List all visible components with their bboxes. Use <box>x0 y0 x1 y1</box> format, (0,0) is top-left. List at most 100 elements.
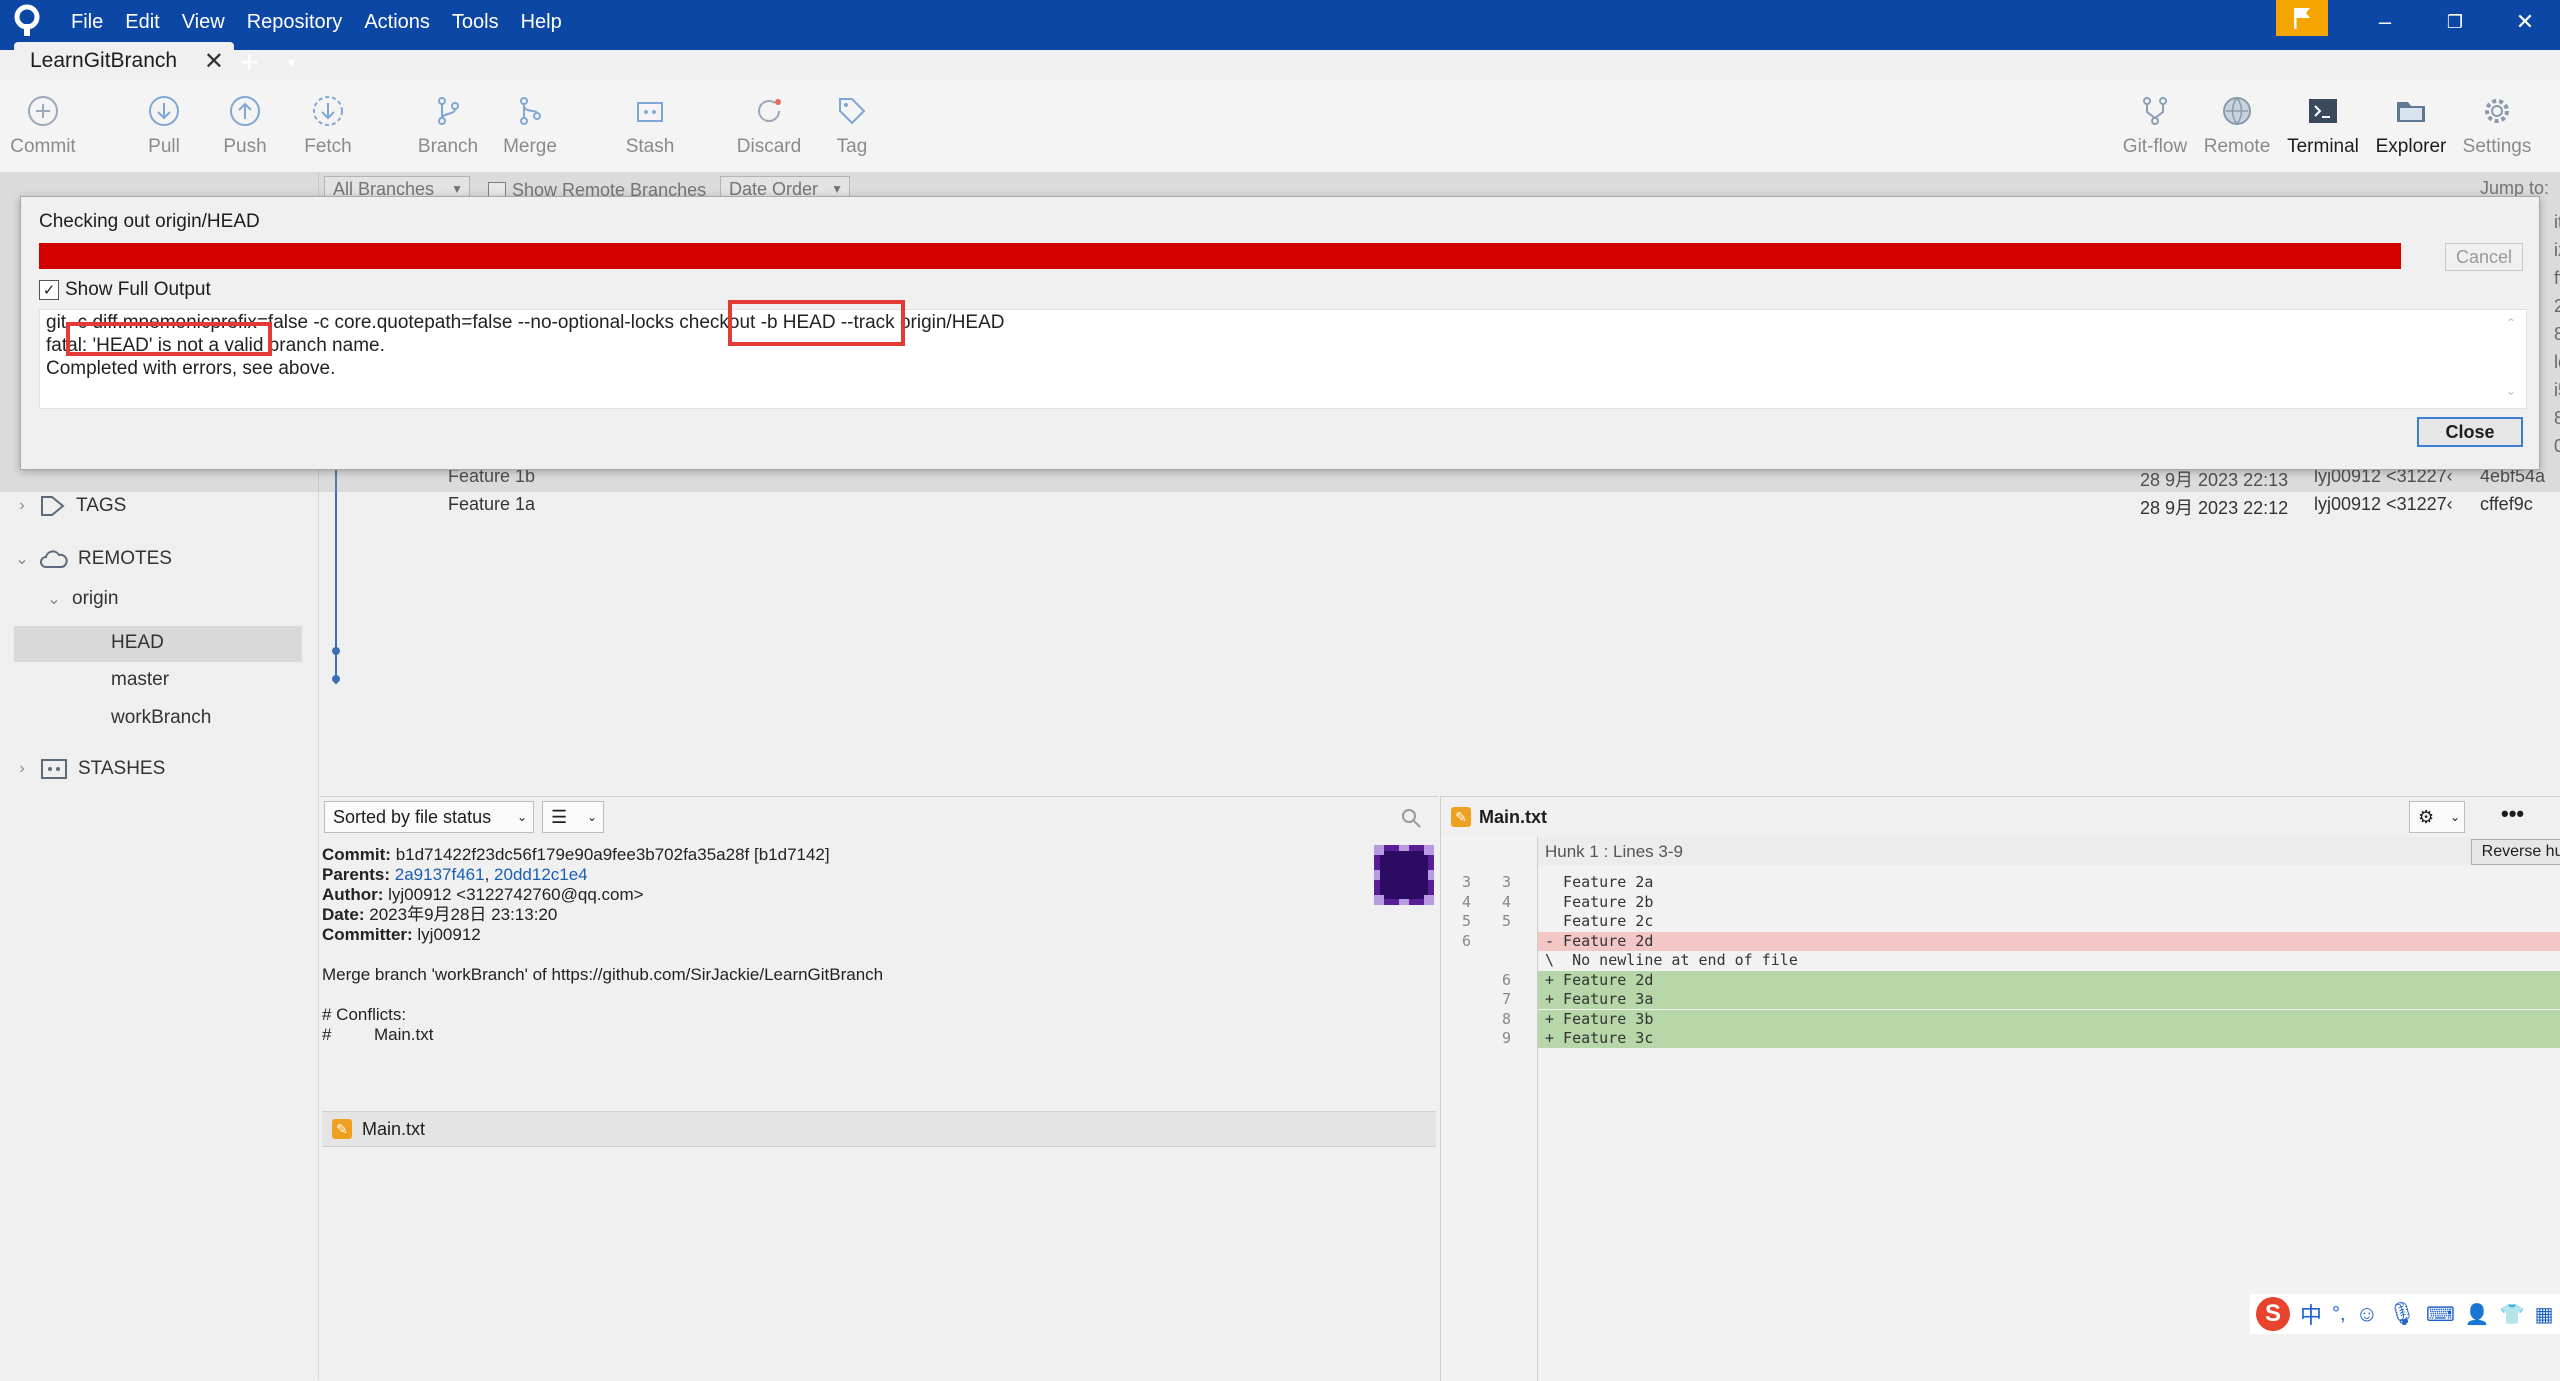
diff-line-background <box>1538 893 2560 912</box>
hunk-label: Hunk 1 : Lines 3-9 <box>1545 842 1683 861</box>
fetch-button[interactable]: Fetch <box>283 94 373 158</box>
menu-actions[interactable]: Actions <box>353 0 441 44</box>
diff-line-background <box>1538 1029 2560 1048</box>
terminal-button[interactable]: Terminal <box>2278 94 2368 158</box>
discard-button[interactable]: Discard <box>724 94 814 158</box>
tab-close-icon[interactable]: ✕ <box>204 47 224 76</box>
diff-line-ctx[interactable]: 4 4 Feature 2b <box>1441 893 2559 912</box>
parent-link[interactable]: 20dd12c1e4 <box>494 865 588 884</box>
sourcetree-logo-icon <box>14 4 40 36</box>
branch-button[interactable]: Branch <box>403 94 493 158</box>
diff-line-add[interactable]: 6 + Feature 2d <box>1441 970 2560 990</box>
tag-button[interactable]: Tag <box>807 94 897 158</box>
diff-line-add[interactable]: 7 + Feature 3a <box>1441 990 2560 1009</box>
menu-edit[interactable]: Edit <box>114 0 170 44</box>
view-mode-dropdown[interactable]: ☰ ⌄ <box>542 801 604 833</box>
diff-line-ctx[interactable]: 3 3 Feature 2a <box>1441 873 2559 892</box>
commit-message: Feature 1a <box>448 494 536 514</box>
arrow-down-circle-icon <box>149 96 179 126</box>
diff-line-text: + Feature 3b <box>1545 1009 1654 1028</box>
restore-button[interactable]: ❐ <box>2420 0 2490 44</box>
notification-flag-button[interactable] <box>2276 0 2328 36</box>
cancel-button[interactable]: Cancel <box>2445 243 2523 271</box>
chevron-down-icon: ⌄ <box>586 810 597 824</box>
diff-line-text: - Feature 2d <box>1545 931 1654 950</box>
menu-file[interactable]: File <box>60 0 114 44</box>
gitflow-label: Git-flow <box>2122 136 2188 157</box>
diff-line-ctx[interactable]: 5 5 Feature 2c <box>1441 912 2559 931</box>
highlight-box-checkout <box>728 300 905 346</box>
sidebar-item-workbranch[interactable]: workBranch <box>111 707 211 729</box>
emoji-icon[interactable]: ☺ <box>2356 1301 2378 1327</box>
diff-line-text: + Feature 3c <box>1545 1029 1654 1047</box>
commit-date: 28 9月 2023 22:12 <box>2140 498 2289 518</box>
more-options-icon[interactable]: ••• <box>2501 801 2524 827</box>
sort-dropdown[interactable]: Sorted by file status ⌄ <box>324 801 534 833</box>
push-button[interactable]: Push <box>200 94 290 158</box>
close-button[interactable]: Close <box>2417 417 2523 447</box>
stash-button[interactable]: Stash <box>605 94 695 158</box>
microphone-icon[interactable]: 🎙 <box>2388 1301 2416 1327</box>
stash-label: Stash <box>625 136 675 157</box>
close-window-button[interactable]: ✕ <box>2490 0 2560 44</box>
gitflow-button[interactable]: Git-flow <box>2110 94 2200 158</box>
commit-label: Commit: <box>322 845 391 864</box>
sidebar-remotes[interactable]: ⌄ REMOTES <box>14 548 172 570</box>
commit-author: lyj00912 <31227‹ <box>2314 494 2453 514</box>
ime-language[interactable]: 中 <box>2300 1298 2322 1330</box>
date-line: Date: 2023年9月28日 23:13:20 <box>322 905 1432 925</box>
checkout-progress-dialog: Checking out origin/HEAD Cancel ✓ Show F… <box>20 196 2540 470</box>
committer-label: Committer: <box>322 925 413 944</box>
gear-icon: ⚙ <box>2418 806 2435 827</box>
menu-repository[interactable]: Repository <box>236 0 354 44</box>
diff-options-dropdown[interactable]: ⚙ ⌄ <box>2409 801 2465 833</box>
search-icon[interactable] <box>1400 807 1422 829</box>
sidebar-remote-origin[interactable]: ⌄ origin <box>46 588 118 610</box>
skin-icon[interactable]: 👕 <box>2500 1302 2525 1327</box>
keyboard-icon[interactable]: ⌨ <box>2426 1302 2455 1327</box>
show-full-output-checkbox[interactable]: ✓ Show Full Output <box>39 279 211 301</box>
menu-help[interactable]: Help <box>510 0 573 44</box>
pull-button[interactable]: Pull <box>119 94 209 158</box>
merge-button[interactable]: Merge <box>485 94 575 158</box>
scroll-down-icon[interactable]: ⌄ <box>2506 384 2516 398</box>
apps-grid-icon[interactable]: ▦ <box>2535 1302 2554 1327</box>
menu-tools[interactable]: Tools <box>441 0 510 44</box>
file-list-item[interactable]: ✎ Main.txt <box>322 1111 1436 1147</box>
diff-file-name: Main.txt <box>1479 807 1548 827</box>
folder-icon <box>2397 102 2425 122</box>
scroll-up-icon[interactable]: ⌃ <box>2506 316 2516 330</box>
tab-list-dropdown[interactable]: ▾ <box>288 54 295 71</box>
diff-line-del[interactable]: 6 - Feature 2d <box>1441 931 2560 951</box>
fetch-icon <box>313 96 343 126</box>
sidebar-tags[interactable]: › TAGS <box>14 494 126 518</box>
menu-view[interactable]: View <box>171 0 236 44</box>
fetch-label: Fetch <box>304 136 352 157</box>
commit-button[interactable]: Commit <box>0 94 88 158</box>
minimize-button[interactable]: – <box>2350 0 2420 44</box>
commit-row[interactable]: Feature 1a 28 9月 2023 22:12 lyj00912 <31… <box>320 494 2560 522</box>
settings-button[interactable]: Settings <box>2452 94 2542 158</box>
new-tab-button[interactable]: + <box>240 46 259 78</box>
sidebar-item-head: HEAD <box>111 632 164 653</box>
diff-line-add[interactable]: 8 + Feature 3b <box>1441 1009 2560 1029</box>
diff-line-ctx[interactable]: \ No newline at end of file <box>1441 951 2559 970</box>
pencil-icon: ✎ <box>332 1119 352 1139</box>
ime-punctuation[interactable]: °, <box>2332 1303 2346 1326</box>
parent-link[interactable]: 2a9137f461 <box>395 865 485 884</box>
tab-learngitbranch[interactable]: LearnGitBranch ✕ <box>14 42 234 80</box>
user-icon[interactable]: 👤 <box>2465 1302 2490 1327</box>
sidebar-stashes[interactable]: › STASHES <box>14 758 165 780</box>
commit-info: Commit: b1d71422f23dc56f179e90a9fee3b702… <box>322 845 1432 1045</box>
sidebar-item-head-selected[interactable]: HEAD <box>14 626 302 662</box>
old-line-number: 4 <box>1461 892 1471 911</box>
sidebar-item-master[interactable]: master <box>111 669 169 691</box>
chevron-right-icon: › <box>19 497 25 514</box>
remote-button[interactable]: Remote <box>2192 94 2282 158</box>
tag-icon <box>41 496 65 516</box>
sogou-logo-icon[interactable]: S <box>2256 1297 2290 1331</box>
reverse-hunk-button[interactable]: Reverse hunk <box>2471 839 2560 865</box>
author-label: Author: <box>322 885 384 904</box>
explorer-button[interactable]: Explorer <box>2366 94 2456 158</box>
diff-line-add[interactable]: 9 + Feature 3c <box>1441 1029 2560 1048</box>
